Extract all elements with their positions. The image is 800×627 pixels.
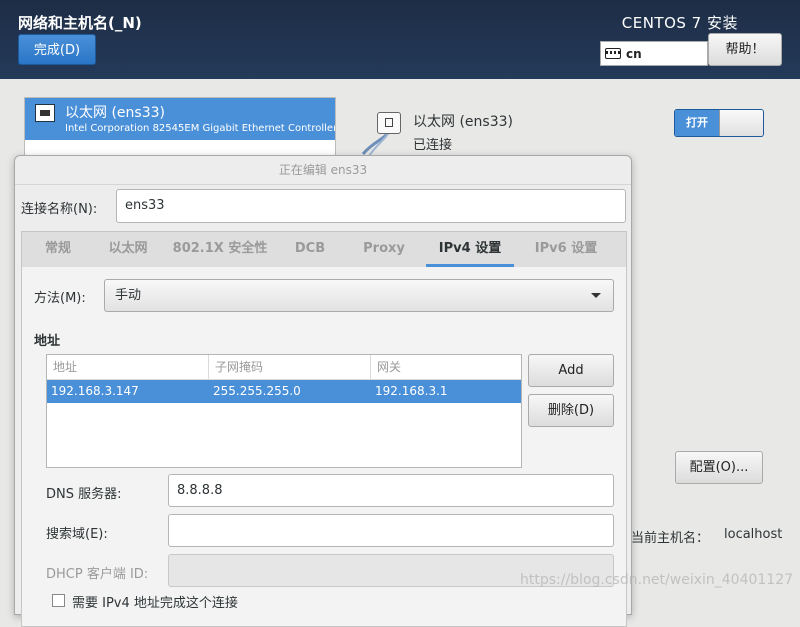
connection-status: 已连接: [413, 138, 453, 153]
top-header: 网络和主机名(_N) 完成(D) CENTOS 7 安装 cn 帮助！: [0, 0, 800, 79]
device-list: 以太网 (ens33) Intel Corporation 82545EM Gi…: [24, 97, 336, 157]
method-dropdown[interactable]: 手动: [104, 279, 614, 312]
method-label: 方法(M):: [34, 291, 86, 306]
search-domain-input[interactable]: [168, 514, 614, 547]
connection-toggle[interactable]: 打开: [674, 109, 764, 137]
address-heading: 地址: [34, 334, 61, 349]
keyboard-layout-indicator[interactable]: cn: [600, 41, 708, 66]
connection-name-input[interactable]: ens33: [116, 189, 626, 223]
toggle-on-label: 打开: [675, 110, 719, 136]
add-address-button[interactable]: Add: [528, 354, 614, 387]
dialog-title: 正在编辑 ens33: [15, 156, 631, 185]
help-button[interactable]: 帮助！: [708, 33, 782, 66]
device-description: Intel Corporation 82545EM Gigabit Ethern…: [65, 123, 335, 134]
toggle-knob[interactable]: [719, 110, 763, 136]
delete-address-button[interactable]: 删除(D): [528, 394, 614, 427]
cell-netmask[interactable]: 255.255.255.0: [209, 380, 371, 403]
table-row[interactable]: 192.168.3.147 255.255.255.0 192.168.3.1: [47, 380, 521, 403]
ethernet-icon: [35, 104, 55, 122]
edit-connection-dialog: 正在编辑 ens33 连接名称(N): ens33 常规 以太网 802.1X …: [14, 155, 632, 627]
cell-gateway[interactable]: 192.168.3.1: [371, 380, 521, 403]
chevron-down-icon: [591, 293, 601, 298]
tab-ipv6-settings[interactable]: IPv6 设置: [514, 232, 618, 267]
column-address[interactable]: 地址: [47, 355, 209, 379]
connection-name-label: 连接名称(N):: [21, 202, 98, 217]
dns-input[interactable]: 8.8.8.8: [168, 474, 614, 507]
watermark-text: https://blog.csdn.net/weixin_40401127: [520, 572, 794, 588]
column-netmask[interactable]: 子网掩码: [209, 355, 371, 379]
settings-tabs: 常规 以太网 802.1X 安全性 DCB Proxy IPv4 设置 IPv6…: [21, 231, 627, 268]
keyboard-icon: [605, 48, 621, 59]
keyboard-layout-label: cn: [626, 46, 642, 61]
cell-address[interactable]: 192.168.3.147: [47, 380, 209, 403]
product-title: CENTOS 7 安装: [621, 14, 738, 32]
address-table: 地址 子网掩码 网关 192.168.3.147 255.255.255.0 1…: [46, 354, 522, 468]
done-button[interactable]: 完成(D): [18, 34, 96, 65]
search-domain-label: 搜索域(E):: [46, 527, 108, 542]
network-port-icon: [377, 112, 401, 134]
connection-name: 以太网 (ens33): [413, 114, 513, 130]
dns-label: DNS 服务器:: [46, 487, 122, 502]
device-name: 以太网 (ens33): [65, 105, 165, 121]
configure-button[interactable]: 配置(O)...: [675, 451, 763, 484]
dhcp-client-id-label: DHCP 客户端 ID:: [46, 567, 149, 582]
require-ipv4-checkbox[interactable]: [52, 594, 65, 607]
tab-ethernet[interactable]: 以太网: [94, 232, 162, 267]
tab-dcb[interactable]: DCB: [278, 232, 342, 267]
hostname-label: 当前主机名：: [631, 531, 710, 546]
require-ipv4-label: 需要 IPv4 地址完成这个连接: [72, 596, 238, 611]
page-title: 网络和主机名(_N): [18, 14, 142, 32]
hostname-value: localhost: [724, 527, 783, 542]
column-gateway[interactable]: 网关: [371, 355, 521, 379]
tab-8021x-security[interactable]: 802.1X 安全性: [162, 232, 278, 267]
device-item-ens33[interactable]: 以太网 (ens33) Intel Corporation 82545EM Gi…: [25, 98, 335, 140]
tab-general[interactable]: 常规: [22, 232, 94, 267]
method-selected-value: 手动: [115, 288, 142, 303]
tab-proxy[interactable]: Proxy: [342, 232, 426, 267]
address-table-header: 地址 子网掩码 网关: [47, 355, 521, 380]
tab-ipv4-settings[interactable]: IPv4 设置: [426, 232, 514, 267]
